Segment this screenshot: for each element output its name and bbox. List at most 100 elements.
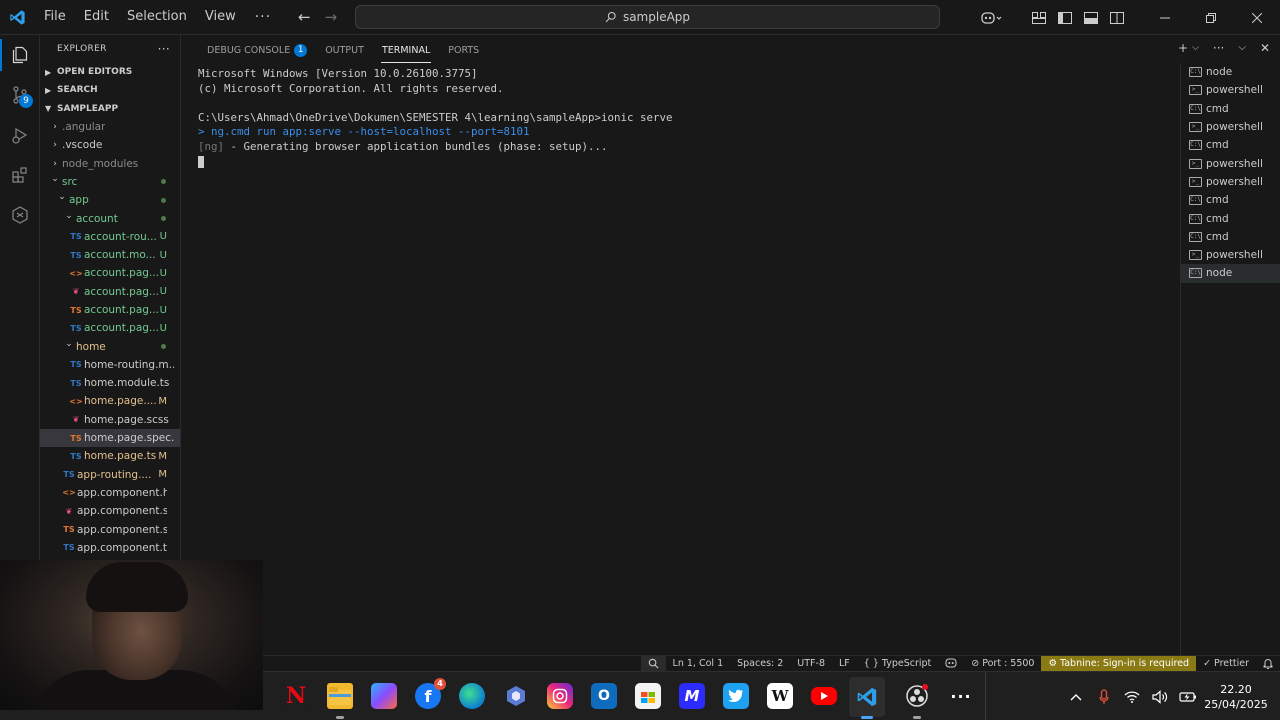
tree-item[interactable]: › node_modules <box>40 154 180 172</box>
terminal-instance[interactable]: >_ powershell <box>1181 118 1280 136</box>
tree-item[interactable]: TS home.page.ts M <box>40 447 180 465</box>
tab-output[interactable]: OUTPUT <box>316 35 373 65</box>
tabnine-status[interactable]: ⚙ Tabnine: Sign-in is required <box>1041 655 1197 671</box>
command-center-search[interactable]: sampleApp <box>355 5 940 29</box>
menu-file[interactable]: File <box>35 5 75 29</box>
restore-button[interactable] <box>1188 0 1234 35</box>
taskbar-overflow-icon[interactable]: ··· <box>948 683 974 709</box>
terminal-output[interactable]: Microsoft Windows [Version 10.0.26100.37… <box>198 67 1178 169</box>
tree-item[interactable]: TS account.pag... U <box>40 301 180 319</box>
battery-charging-icon[interactable] <box>1174 690 1202 704</box>
vscode-taskbar-icon[interactable] <box>849 677 885 717</box>
zoom-icon[interactable] <box>640 655 666 671</box>
menu-view[interactable]: View <box>196 5 245 29</box>
tab-terminal[interactable]: TERMINAL <box>373 35 439 65</box>
toggle-panel-icon[interactable] <box>1078 0 1104 35</box>
indentation[interactable]: Spaces: 2 <box>730 656 790 671</box>
tree-item[interactable]: TSapp.component.sp... <box>40 520 180 538</box>
tree-item[interactable]: TS home.page.spec.ts <box>40 428 180 448</box>
tree-item[interactable]: › .vscode <box>40 136 180 154</box>
tab-debug-console[interactable]: DEBUG CONSOLE 1 <box>198 35 316 65</box>
minimize-button[interactable] <box>1142 0 1188 35</box>
tree-item[interactable]: TS account.pag... U <box>40 319 180 337</box>
section-open-editors[interactable]: ▶ OPEN EDITORS <box>40 63 180 81</box>
explorer-icon[interactable] <box>0 35 40 75</box>
language-mode[interactable]: { } TypeScript <box>857 656 938 671</box>
toggle-secondary-sidebar-icon[interactable] <box>1104 0 1130 35</box>
extensions-icon[interactable] <box>0 155 40 195</box>
menu-edit[interactable]: Edit <box>75 5 118 29</box>
chevron-up-icon[interactable] <box>1062 693 1090 701</box>
menu-more-button[interactable]: ··· <box>245 9 281 25</box>
terminal-instance[interactable]: >_ powershell <box>1181 173 1280 191</box>
microphone-icon[interactable] <box>1090 688 1118 705</box>
chevron-down-icon[interactable]: ⌵ <box>1192 43 1199 55</box>
tree-item[interactable]: <> home.page.... M <box>40 392 180 410</box>
prettier-status[interactable]: ✓ Prettier <box>1196 656 1256 671</box>
tree-item[interactable]: ⌄ home <box>40 337 180 355</box>
edge-icon[interactable] <box>459 683 485 709</box>
forward-arrow-icon[interactable]: → <box>325 8 338 26</box>
more-actions-icon[interactable]: ··· <box>1213 41 1224 55</box>
outlook-icon[interactable]: O <box>591 683 617 709</box>
customize-layout-icon[interactable] <box>1026 0 1052 35</box>
end-of-line[interactable]: LF <box>832 656 857 671</box>
terminal-instance[interactable]: >_ powershell <box>1181 154 1280 172</box>
tree-item[interactable]: TS account.mo... U <box>40 246 180 264</box>
tree-item[interactable]: <> account.pag... U <box>40 264 180 282</box>
tree-item[interactable]: ❦ home.page.scss <box>40 411 180 429</box>
tree-item[interactable]: TS home-routing.m... <box>40 356 180 374</box>
wifi-icon[interactable] <box>1118 690 1146 703</box>
terminal-instance[interactable]: C:\ node <box>1181 264 1280 283</box>
cursor-position[interactable]: Ln 1, Col 1 <box>666 656 731 671</box>
youtube-icon[interactable] <box>811 687 837 705</box>
volume-icon[interactable] <box>1146 689 1174 704</box>
close-panel-icon[interactable]: ✕ <box>1260 41 1270 55</box>
tree-item[interactable]: ❦ account.pag... U <box>40 283 180 301</box>
notifications-icon[interactable] <box>1256 656 1280 671</box>
twitter-icon[interactable] <box>723 683 749 709</box>
toggle-primary-sidebar-icon[interactable] <box>1052 0 1078 35</box>
microsoft-store-icon[interactable] <box>635 683 661 709</box>
clock[interactable]: 22.20 25/04/2025 <box>1202 682 1270 712</box>
back-arrow-icon[interactable]: ← <box>298 8 311 26</box>
new-terminal-icon[interactable]: + <box>1178 41 1188 55</box>
tree-item[interactable]: TS home.module.ts <box>40 374 180 392</box>
file-explorer-icon[interactable] <box>327 683 353 709</box>
close-window-button[interactable] <box>1234 0 1280 35</box>
terminal-instance[interactable]: C:\ node <box>1181 63 1280 81</box>
run-debug-icon[interactable] <box>0 115 40 155</box>
copilot-app-icon[interactable] <box>371 683 397 709</box>
section-search[interactable]: ▶ SEARCH <box>40 81 180 99</box>
tab-ports[interactable]: PORTS <box>439 35 488 65</box>
terminal-instance[interactable]: C:\ cmd <box>1181 191 1280 209</box>
tree-item[interactable]: TS app-routing.... M <box>40 466 180 484</box>
vscode-logo-icon[interactable] <box>0 0 35 35</box>
terminal-instance[interactable]: C:\ cmd <box>1181 228 1280 246</box>
section-sampleapp[interactable]: ▼ SAMPLEAPP <box>40 100 180 118</box>
tree-item[interactable]: ⌄ src <box>40 173 180 191</box>
facebook-icon[interactable]: f 4 <box>415 678 446 709</box>
app-m-icon[interactable]: M <box>679 683 705 709</box>
instagram-icon[interactable] <box>547 683 573 709</box>
netflix-icon[interactable]: N <box>283 683 309 709</box>
tree-item[interactable]: <>app.component.ht... <box>40 484 180 502</box>
remote-explorer-icon[interactable] <box>0 195 40 235</box>
encoding[interactable]: UTF-8 <box>790 656 832 671</box>
terminal-instance[interactable]: C:\ cmd <box>1181 100 1280 118</box>
wikipedia-icon[interactable]: W <box>767 683 793 709</box>
tree-item[interactable]: › .angular <box>40 118 180 136</box>
source-control-icon[interactable]: 9 <box>0 75 40 115</box>
terminal-instance[interactable]: C:\ cmd <box>1181 209 1280 227</box>
tree-item[interactable]: TS app.component.ts <box>40 539 180 557</box>
tree-item[interactable]: ⌄ app <box>40 191 180 209</box>
terminal-instance[interactable]: >_ powershell <box>1181 246 1280 264</box>
terminal-instance[interactable]: >_ powershell <box>1181 81 1280 99</box>
app-hexagon-icon[interactable] <box>503 683 529 709</box>
tree-item[interactable]: TS account-rou... U <box>40 228 180 246</box>
live-server-port[interactable]: ⊘ Port : 5500 <box>964 656 1041 671</box>
copilot-icon[interactable] <box>972 0 1012 35</box>
obs-icon[interactable] <box>904 683 930 709</box>
menu-selection[interactable]: Selection <box>118 5 196 29</box>
copilot-status-icon[interactable] <box>938 656 964 671</box>
